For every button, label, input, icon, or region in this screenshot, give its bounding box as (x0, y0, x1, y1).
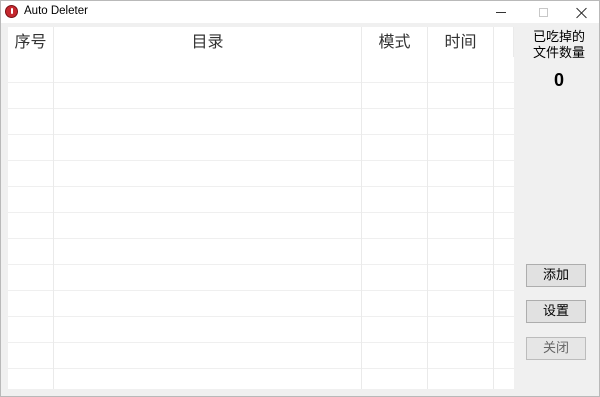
add-button[interactable]: 添加 (526, 264, 586, 287)
table-row[interactable] (8, 239, 514, 265)
eaten-files-label-line2: 文件数量 (532, 46, 585, 61)
app-icon (5, 5, 18, 18)
settings-button[interactable]: 设置 (526, 300, 586, 323)
close-button[interactable] (563, 1, 599, 23)
table-cell (362, 343, 428, 369)
table-cell (54, 239, 362, 265)
app-window: Auto Deleter 序号 目录 模式 时间 已吃掉的 文件数量 0 添加 … (0, 0, 600, 397)
table-cell (428, 109, 494, 135)
table-cell (54, 343, 362, 369)
table-cell (428, 57, 494, 83)
table-cell (8, 291, 54, 317)
table-cell (362, 317, 428, 343)
minimize-icon (496, 11, 506, 13)
table-cell (54, 187, 362, 213)
minimize-button[interactable] (483, 1, 519, 23)
window-title: Auto Deleter (24, 5, 88, 17)
table-cell (8, 161, 54, 187)
table-cell (54, 83, 362, 109)
close-icon (576, 7, 587, 18)
directory-table[interactable]: 序号 目录 模式 时间 (8, 27, 514, 389)
column-header-directory[interactable]: 目录 (54, 27, 362, 57)
close-app-button[interactable]: 关闭 (526, 337, 586, 360)
table-cell (362, 265, 428, 291)
table-cell (8, 239, 54, 265)
table-cell (54, 369, 362, 389)
table-row[interactable] (8, 83, 514, 109)
table-cell (428, 317, 494, 343)
table-cell (428, 369, 494, 389)
table-row[interactable] (8, 57, 514, 83)
table-cell (362, 109, 428, 135)
table-cell (54, 135, 362, 161)
table-cell (428, 343, 494, 369)
table-cell (362, 291, 428, 317)
table-cell (362, 83, 428, 109)
table-row[interactable] (8, 291, 514, 317)
table-cell (54, 291, 362, 317)
table-row[interactable] (8, 109, 514, 135)
table-cell (362, 57, 428, 83)
eaten-files-label-line1: 已吃掉的 (532, 30, 585, 45)
table-cell (428, 239, 494, 265)
table-cell (54, 265, 362, 291)
table-cell (8, 135, 54, 161)
table-cell (428, 187, 494, 213)
table-cell (54, 161, 362, 187)
table-cell (362, 135, 428, 161)
table-cell (8, 57, 54, 83)
title-bar[interactable]: Auto Deleter (1, 1, 599, 23)
maximize-button[interactable] (525, 1, 561, 23)
table-cell (428, 265, 494, 291)
column-header-time[interactable]: 时间 (428, 27, 494, 57)
eaten-files-label: 已吃掉的 文件数量 (519, 30, 599, 62)
table-cell (54, 109, 362, 135)
table-cell (54, 57, 362, 83)
table-cell (54, 213, 362, 239)
table-cell (428, 291, 494, 317)
table-cell (428, 213, 494, 239)
table-cell (8, 83, 54, 109)
table-row[interactable] (8, 161, 514, 187)
table-row[interactable] (8, 317, 514, 343)
table-cell (8, 109, 54, 135)
table-cell (428, 135, 494, 161)
eaten-files-count: 0 (553, 70, 564, 90)
table-cell (362, 161, 428, 187)
column-header-mode[interactable]: 模式 (362, 27, 428, 57)
table-cell (8, 213, 54, 239)
table-row[interactable] (8, 135, 514, 161)
column-header-spacer (494, 27, 514, 57)
column-header-index[interactable]: 序号 (8, 27, 54, 57)
table-cell (54, 317, 362, 343)
table-row[interactable] (8, 187, 514, 213)
table-row[interactable] (8, 369, 514, 389)
table-cell (8, 369, 54, 389)
table-cell (8, 265, 54, 291)
table-header: 序号 目录 模式 时间 (8, 27, 514, 57)
table-cell (362, 213, 428, 239)
table-cell (428, 161, 494, 187)
table-row[interactable] (8, 213, 514, 239)
table-row[interactable] (8, 265, 514, 291)
table-cell (362, 369, 428, 389)
maximize-icon (538, 7, 548, 17)
table-cell (362, 187, 428, 213)
table-cell (8, 317, 54, 343)
table-cell (362, 239, 428, 265)
table-cell (428, 83, 494, 109)
table-cell (8, 187, 54, 213)
table-row[interactable] (8, 343, 514, 369)
table-cell (8, 343, 54, 369)
